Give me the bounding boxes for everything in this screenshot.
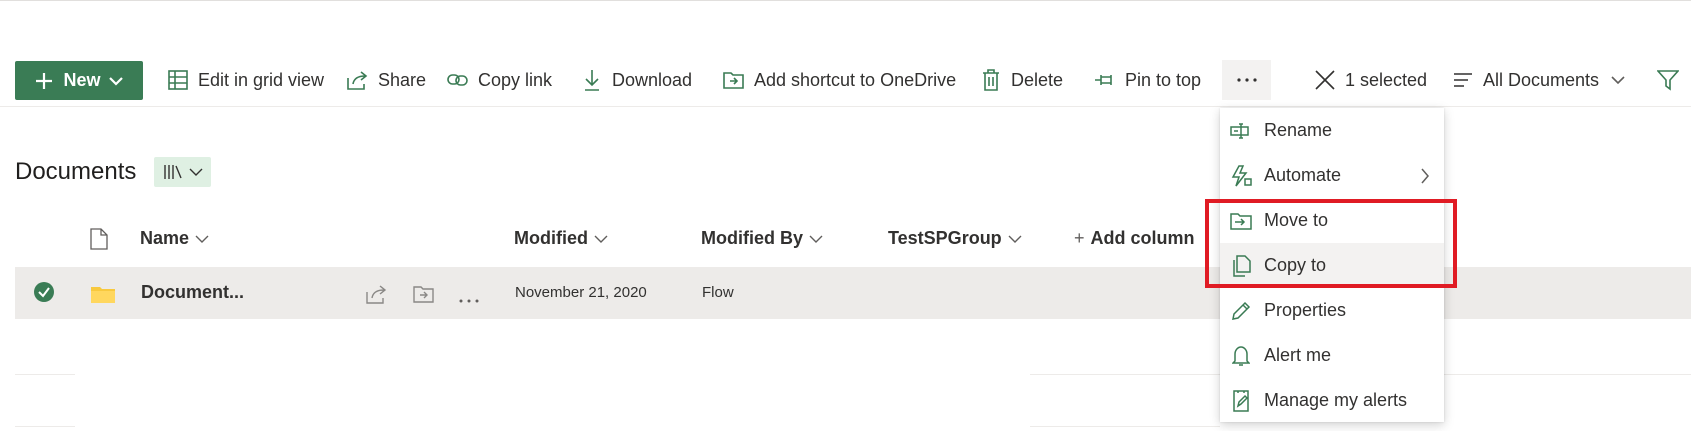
- copy-link-label: Copy link: [478, 69, 553, 90]
- row-divider: [15, 426, 75, 427]
- column-group-label: TestSPGroup: [888, 228, 1002, 248]
- menu-item-label: Manage my alerts: [1264, 390, 1408, 410]
- row-divider: [1444, 374, 1691, 375]
- more-button[interactable]: [1222, 60, 1271, 100]
- column-header-modified-by[interactable]: Modified By: [701, 228, 823, 249]
- menu-item-label: Automate: [1264, 165, 1342, 185]
- column-header-name[interactable]: Name: [140, 228, 209, 249]
- chevron-down-icon: [594, 235, 608, 243]
- copy-link-button[interactable]: Copy link: [446, 60, 552, 100]
- trash-icon: [979, 68, 1003, 92]
- share-button[interactable]: Share: [346, 60, 426, 100]
- folder-icon: [90, 284, 116, 309]
- menu-item-automate[interactable]: Automate: [1220, 153, 1444, 198]
- view-switcher[interactable]: All Documents: [1451, 60, 1625, 100]
- filter-icon: [1656, 68, 1680, 92]
- edit-grid-label: Edit in grid view: [198, 69, 325, 90]
- column-name-label: Name: [140, 228, 190, 248]
- library-icon: [163, 165, 182, 179]
- column-modified-by-label: Modified By: [701, 228, 803, 248]
- clear-selection-button[interactable]: 1 selected: [1313, 60, 1427, 100]
- shortcut-icon: [722, 68, 746, 92]
- menu-item-properties[interactable]: Properties: [1220, 288, 1444, 333]
- pencil-icon: [1230, 300, 1252, 322]
- column-header-testspgroup[interactable]: TestSPGroup: [888, 228, 1022, 249]
- row-modified-by: Flow: [702, 284, 734, 301]
- highlight-box: [1205, 199, 1457, 288]
- chevron-down-icon: [1611, 76, 1625, 85]
- row-divider: [15, 374, 75, 375]
- delete-button[interactable]: Delete: [979, 60, 1063, 100]
- close-icon: [1313, 68, 1337, 92]
- list-view-icon: [1451, 68, 1475, 92]
- grid-icon: [166, 68, 190, 92]
- row-name[interactable]: Document...: [141, 282, 244, 303]
- add-column-button[interactable]: + Add column: [1074, 228, 1195, 249]
- row-divider: [1030, 374, 1220, 375]
- menu-item-label: Alert me: [1264, 345, 1332, 365]
- file-type-header-icon[interactable]: [90, 228, 108, 255]
- link-icon: [446, 68, 470, 92]
- page-title: Documents: [15, 158, 137, 185]
- menu-item-rename[interactable]: Rename: [1220, 108, 1444, 153]
- menu-item-label: Properties: [1264, 300, 1347, 320]
- rename-icon: [1230, 120, 1252, 142]
- bell-icon: [1230, 345, 1252, 367]
- chevron-down-icon: [195, 235, 209, 243]
- add-shortcut-button[interactable]: Add shortcut to OneDrive: [722, 60, 956, 100]
- delete-label: Delete: [1011, 69, 1064, 90]
- new-label: New: [63, 70, 101, 90]
- row-divider: [1030, 426, 1220, 427]
- checkmark-icon[interactable]: [33, 281, 55, 308]
- view-label: All Documents: [1483, 69, 1600, 90]
- manage-alerts-icon: [1230, 389, 1252, 412]
- row-modified: November 21, 2020: [515, 284, 647, 301]
- add-shortcut-label: Add shortcut to OneDrive: [754, 69, 957, 90]
- menu-item-label: Rename: [1264, 120, 1333, 140]
- chevron-down-icon: [1008, 235, 1022, 243]
- chevron-down-icon: [809, 235, 823, 243]
- plus-icon: [36, 72, 53, 89]
- download-label: Download: [612, 69, 693, 90]
- download-button[interactable]: Download: [580, 60, 692, 100]
- more-icon[interactable]: [458, 291, 480, 309]
- plus-icon: +: [1074, 228, 1085, 248]
- library-view-badge[interactable]: [154, 157, 211, 187]
- new-button[interactable]: New: [15, 61, 143, 100]
- share-icon: [346, 68, 370, 92]
- automate-icon: [1230, 164, 1252, 187]
- shortcut-icon[interactable]: [412, 284, 436, 309]
- pin-to-top-button[interactable]: Pin to top: [1093, 60, 1201, 100]
- add-column-label: Add column: [1090, 228, 1195, 248]
- top-border: [0, 0, 1691, 1]
- share-icon[interactable]: [366, 284, 388, 309]
- download-icon: [580, 68, 604, 92]
- commandbar-divider: [0, 106, 1691, 107]
- pin-label: Pin to top: [1125, 69, 1202, 90]
- column-header-modified[interactable]: Modified: [514, 228, 608, 249]
- selected-count: 1 selected: [1345, 69, 1428, 90]
- filter-button[interactable]: [1656, 60, 1688, 100]
- share-label: Share: [378, 69, 427, 90]
- edit-grid-view-button[interactable]: Edit in grid view: [166, 60, 324, 100]
- more-icon: [1236, 78, 1257, 82]
- chevron-right-icon: [1421, 168, 1429, 183]
- chevron-down-icon: [189, 168, 202, 176]
- pin-icon: [1093, 68, 1117, 92]
- chevron-down-icon: [108, 76, 123, 86]
- menu-item-manage-alerts[interactable]: Manage my alerts: [1220, 378, 1444, 423]
- column-modified-label: Modified: [514, 228, 588, 248]
- menu-item-alert-me[interactable]: Alert me: [1220, 333, 1444, 378]
